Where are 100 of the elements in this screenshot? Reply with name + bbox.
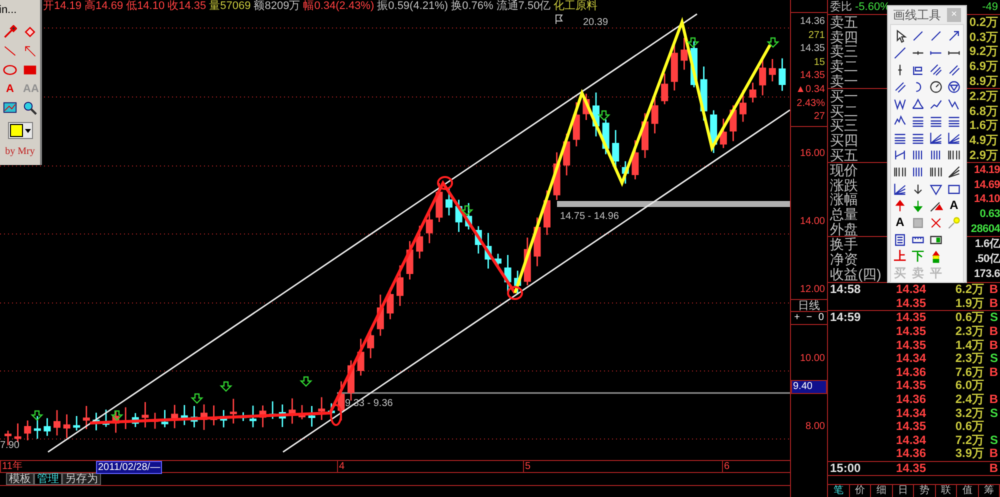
wave-tool-icon[interactable] bbox=[893, 96, 907, 110]
text-tool-button[interactable]: A bbox=[891, 214, 909, 231]
candlestick bbox=[180, 405, 188, 426]
circle-tool-icon[interactable] bbox=[929, 80, 943, 94]
candlestick bbox=[152, 412, 158, 429]
text-tool-button[interactable]: A bbox=[945, 197, 963, 214]
turning-point-marker bbox=[330, 404, 342, 426]
panel-tab[interactable]: 日 bbox=[892, 485, 914, 497]
arrow-line-icon[interactable] bbox=[947, 28, 961, 42]
fan-lines-icon[interactable] bbox=[929, 130, 943, 144]
trade-price: 14.35 bbox=[896, 338, 928, 352]
search-icon[interactable] bbox=[23, 101, 37, 115]
candlestick bbox=[416, 226, 424, 258]
price-quote: 27 bbox=[814, 110, 825, 124]
paint-bucket-icon[interactable] bbox=[23, 25, 37, 39]
flag-icon bbox=[556, 14, 563, 24]
stat-label: 外盘 bbox=[830, 222, 858, 236]
candlestick bbox=[465, 203, 472, 230]
vertical-bars-icon[interactable] bbox=[893, 164, 907, 178]
delete-icon[interactable] bbox=[929, 216, 943, 230]
time-axis-label: 6 bbox=[722, 461, 731, 472]
candlestick bbox=[642, 113, 648, 158]
up-arrow-icon[interactable] bbox=[893, 198, 907, 212]
panel-tab[interactable]: 笔 bbox=[828, 485, 850, 497]
candlestick bbox=[210, 405, 218, 426]
vertical-bars-icon[interactable] bbox=[929, 148, 943, 162]
ellipse-tool-icon[interactable] bbox=[3, 63, 17, 77]
stat-value: 28604 bbox=[970, 222, 1000, 236]
time-axis-label: 4 bbox=[337, 461, 346, 472]
time-axis-label: 5 bbox=[523, 461, 532, 472]
vertical-bars-icon[interactable] bbox=[911, 164, 925, 178]
document-icon[interactable] bbox=[893, 232, 907, 246]
candlestick bbox=[436, 183, 443, 222]
price-quote: 2.43% bbox=[796, 96, 825, 110]
panel-tab[interactable]: 联 bbox=[936, 485, 957, 497]
eyedropper-icon[interactable] bbox=[3, 25, 17, 39]
order-level-label: 买三 bbox=[830, 118, 858, 132]
line-tool-icon[interactable] bbox=[3, 44, 17, 58]
caret-icon bbox=[24, 126, 32, 134]
parallel-lines-icon[interactable] bbox=[929, 62, 943, 76]
trade-volume: 7.2万 bbox=[955, 432, 984, 447]
ray-tool-icon[interactable] bbox=[893, 46, 907, 60]
zoom-button[interactable]: − bbox=[804, 312, 814, 324]
candlestick bbox=[357, 338, 364, 376]
fan-lines-icon[interactable] bbox=[947, 164, 961, 178]
panel-tab[interactable]: 势 bbox=[914, 485, 936, 497]
candlestick bbox=[288, 398, 296, 424]
candlestick bbox=[455, 200, 462, 232]
candlestick bbox=[367, 332, 374, 358]
panel-tab[interactable]: 值 bbox=[957, 485, 978, 497]
candlestick bbox=[572, 102, 580, 146]
panel-tab[interactable]: 价 bbox=[850, 485, 871, 497]
candlestick bbox=[298, 405, 306, 420]
quote-item: 收14.35 bbox=[168, 0, 206, 12]
zoom-button[interactable]: + bbox=[792, 312, 802, 324]
down-arrow-icon bbox=[220, 381, 232, 392]
order-level-label: 卖一 bbox=[830, 74, 858, 88]
candlestick bbox=[24, 420, 32, 440]
parallel-lines-icon[interactable] bbox=[893, 80, 907, 94]
candlestick bbox=[34, 416, 41, 439]
panel-tab[interactable]: 筹 bbox=[978, 485, 1000, 497]
text-tool-button[interactable]: 上 bbox=[891, 248, 909, 265]
price-label: 14.75 - 14.96 bbox=[560, 211, 619, 222]
finance-value: 173.6 bbox=[974, 267, 1000, 282]
candlestick bbox=[142, 402, 149, 428]
down-arrow-icon[interactable] bbox=[911, 182, 925, 196]
order-volume: 2.2万 bbox=[969, 89, 998, 104]
candlestick bbox=[376, 294, 384, 336]
candlestick bbox=[259, 405, 266, 428]
candlestick bbox=[220, 410, 228, 428]
parallel-lines-icon[interactable] bbox=[947, 62, 961, 76]
trade-side: S bbox=[990, 351, 998, 366]
zoom-button[interactable]: 0 bbox=[816, 312, 826, 324]
down-arrow-icon bbox=[686, 37, 700, 48]
finance-label: 收益(四) bbox=[830, 267, 882, 282]
candlestick bbox=[308, 406, 316, 427]
line-tool-icon[interactable] bbox=[929, 28, 943, 42]
vertical-bars-icon[interactable] bbox=[911, 148, 925, 162]
finance-value: 1.6亿 bbox=[974, 237, 1000, 252]
time-axis-label: 2011/02/28/— bbox=[96, 461, 162, 474]
template-tab[interactable]: 另存为 bbox=[62, 473, 101, 485]
stat-label: 现价 bbox=[830, 163, 858, 178]
line-tool-icon[interactable] bbox=[911, 28, 925, 42]
palette-title: 画线工具 bbox=[893, 7, 941, 24]
circle-tool-icon[interactable] bbox=[947, 80, 961, 94]
panel-tab[interactable]: 细 bbox=[871, 485, 892, 497]
zigzag-line-icon[interactable] bbox=[947, 96, 961, 110]
trade-volume: 3.9万 bbox=[955, 446, 984, 460]
candlestick bbox=[14, 423, 22, 442]
order-level-label: 买一 bbox=[830, 89, 858, 104]
vertical-bars-icon[interactable] bbox=[929, 164, 943, 178]
vertical-bars-icon[interactable] bbox=[947, 148, 961, 162]
bracket-line-icon[interactable] bbox=[893, 148, 907, 162]
fan-lines-icon[interactable] bbox=[893, 182, 907, 196]
color-picker[interactable] bbox=[8, 122, 32, 139]
chart-icon[interactable] bbox=[3, 101, 17, 115]
stat-label: 总量 bbox=[830, 207, 858, 222]
fan-lines-icon[interactable] bbox=[947, 130, 961, 144]
price-axis-label: 16.00 bbox=[800, 148, 825, 160]
template-tab[interactable]: 模板 bbox=[6, 473, 34, 485]
